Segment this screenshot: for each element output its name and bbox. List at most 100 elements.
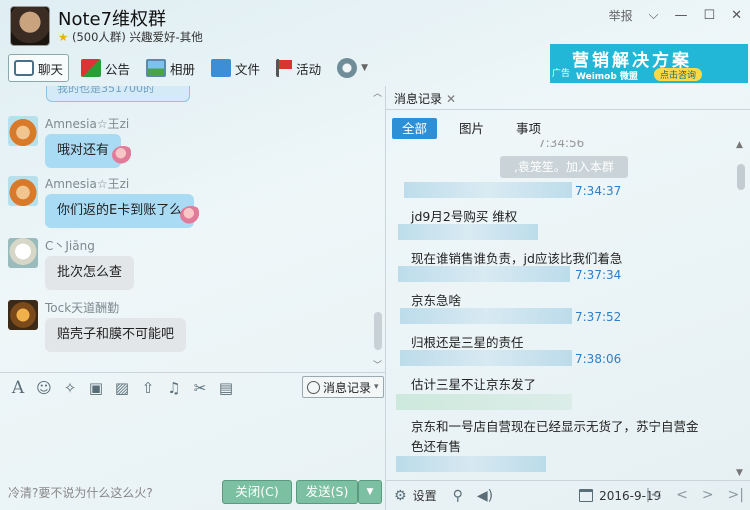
tab-notice[interactable]: 公告 xyxy=(77,54,134,82)
search-icon[interactable]: ⚲ xyxy=(453,488,463,504)
scroll-down-icon[interactable]: ﹀ xyxy=(373,358,382,371)
sender-name-blurred xyxy=(398,224,538,240)
close-button[interactable]: 关闭(C) xyxy=(222,480,292,504)
tab-chat-label: 聊天 xyxy=(38,61,64,77)
avatar[interactable] xyxy=(8,116,38,146)
calendar-icon[interactable] xyxy=(579,489,594,502)
group-toolbar: 聊天 公告 相册 文件 活动 ▼ xyxy=(0,52,545,84)
history-scroll-thumb[interactable] xyxy=(737,164,745,190)
magic-wand-icon[interactable]: ✧ xyxy=(62,379,78,397)
sender-nick[interactable]: C丶Jiāng xyxy=(45,237,95,254)
first-page-icon[interactable]: |< xyxy=(646,487,662,503)
history-message-list: 7:34:56 ,袁笼笙。加入本群 7:34:37 jd9月2号购买 维权 现在… xyxy=(386,140,750,480)
report-link[interactable]: 举报 xyxy=(609,7,633,24)
group-info: ★ (500人群) 兴趣爱好-其他 xyxy=(58,29,203,45)
font-icon[interactable]: A xyxy=(10,378,26,398)
history-timestamp: 7:34:56 xyxy=(538,140,585,150)
tab-album-label: 相册 xyxy=(170,61,196,77)
settings-menu-button[interactable]: ▼ xyxy=(333,54,372,82)
input-footer: 冷清?要不说为什么这么火? 关闭(C) 发送(S) ▼ xyxy=(0,474,386,510)
history-timestamp: 7:37:52 xyxy=(575,310,622,324)
avatar[interactable] xyxy=(8,176,38,206)
qq-group-chat-window: Note7维权群 ★ (500人群) 兴趣爱好-其他 举报 ⌵ — ☐ ✕ 聊天… xyxy=(0,0,750,510)
chat-scrollbar[interactable]: ︿ ﹀ xyxy=(373,86,383,372)
join-notice: ,袁笼笙。加入本群 xyxy=(500,156,628,178)
send-button[interactable]: 发送(S) xyxy=(296,480,358,504)
gear-icon[interactable]: ⚙ xyxy=(394,488,407,504)
gift-icon[interactable]: ▣ xyxy=(88,379,104,397)
close-icon[interactable]: ✕ xyxy=(446,92,456,106)
tab-message-history[interactable]: 消息记录 ✕ xyxy=(394,90,456,107)
image-icon[interactable]: ▨ xyxy=(114,379,130,397)
sender-nick[interactable]: Tock天道酬勤 xyxy=(45,299,119,316)
minimize-icon[interactable]: — xyxy=(674,8,687,23)
ad-consult-button[interactable]: 点击咨询 xyxy=(654,68,703,81)
tab-message-history-label: 消息记录 xyxy=(394,92,443,106)
sender-name-blurred xyxy=(400,308,572,324)
partial-message-bubble: 我的也是351700的 xyxy=(46,86,190,102)
history-message: 京东急啥 xyxy=(411,293,462,308)
scroll-down-icon[interactable]: ▼ xyxy=(736,468,743,478)
message-bubble: 你们返的E卡到账了么 xyxy=(45,194,195,228)
sender-name-blurred xyxy=(396,394,572,410)
more-tools-icon[interactable]: ▤ xyxy=(218,379,234,397)
close-icon[interactable]: ✕ xyxy=(731,8,742,23)
history-scrollbar[interactable]: ▲ ▼ xyxy=(736,140,746,480)
maximize-icon[interactable]: ☐ xyxy=(703,8,715,23)
sender-nick[interactable]: Amnesia☆王zi xyxy=(45,115,129,132)
last-page-icon[interactable]: >| xyxy=(728,487,744,503)
screenshot-icon[interactable]: ✂ xyxy=(192,379,208,397)
avatar[interactable] xyxy=(8,238,38,268)
sender-nick[interactable]: Amnesia☆王zi xyxy=(45,175,129,192)
flag-icon xyxy=(276,59,293,77)
next-page-icon[interactable]: > xyxy=(702,487,714,503)
ad-tag: 广告 xyxy=(552,69,571,79)
star-icon: ★ xyxy=(58,30,69,44)
history-message: 归根还是三星的责任 xyxy=(411,335,524,350)
chat-scroll-thumb[interactable] xyxy=(374,312,382,350)
settings-label[interactable]: 设置 xyxy=(413,487,437,504)
message-input[interactable] xyxy=(0,402,386,474)
window-controls: 举报 ⌵ — ☐ ✕ xyxy=(609,7,742,24)
ad-banner[interactable]: 营销解决方案 广告 Weimob 微盟 点击咨询 xyxy=(550,44,748,83)
speaker-icon[interactable]: ◀) xyxy=(477,488,493,504)
history-filters: 全部 图片 事项 xyxy=(386,118,750,140)
filter-images[interactable]: 图片 xyxy=(449,118,494,139)
skin-icon[interactable]: ⌵ xyxy=(649,8,659,23)
tab-files-label: 文件 xyxy=(235,61,261,77)
sender-name-blurred xyxy=(398,266,570,282)
message-bubble: 哦对还有 xyxy=(45,134,122,168)
history-message: 现在谁销售谁负责，jd应该比我们着急 xyxy=(411,251,623,266)
history-panel-header: 消息记录 ✕ xyxy=(386,86,750,110)
filter-items[interactable]: 事项 xyxy=(506,118,551,139)
tab-album[interactable]: 相册 xyxy=(142,54,199,82)
group-name[interactable]: Note7维权群 xyxy=(58,5,166,31)
bubble-sticker-icon xyxy=(180,206,202,224)
previous-page-icon[interactable]: < xyxy=(676,487,688,503)
avatar[interactable] xyxy=(8,300,38,330)
scroll-up-icon[interactable]: ▲ xyxy=(736,140,743,150)
chat-message-area: 我的也是351700的 Amnesia☆王zi 哦对还有 Amnesia☆王zi… xyxy=(0,86,386,372)
upload-icon[interactable]: ⇧ xyxy=(140,379,156,397)
tab-files[interactable]: 文件 xyxy=(207,54,264,82)
group-info-text: (500人群) 兴趣爱好-其他 xyxy=(71,30,203,44)
history-message: jd9月2号购买 维权 xyxy=(411,209,518,224)
music-icon[interactable]: ♫ xyxy=(166,379,182,397)
history-timestamp: 7:38:06 xyxy=(575,352,622,366)
send-options-button[interactable]: ▼ xyxy=(358,480,382,504)
message-history-button[interactable]: 消息记录 ▾ xyxy=(302,376,384,398)
history-timestamp: 7:37:34 xyxy=(575,268,622,282)
group-avatar[interactable] xyxy=(10,6,50,46)
sender-name-blurred xyxy=(400,350,572,366)
message-history-label: 消息记录 xyxy=(323,380,372,395)
scroll-up-icon[interactable]: ︿ xyxy=(373,86,382,99)
message-bubble: 赔壳子和膜不可能吧 xyxy=(45,318,187,352)
tab-activity[interactable]: 活动 xyxy=(272,54,325,82)
folder-icon xyxy=(211,59,232,77)
filter-all[interactable]: 全部 xyxy=(392,118,438,139)
history-message: 估计三星不让京东发了 xyxy=(411,377,537,392)
tab-chat[interactable]: 聊天 xyxy=(8,54,70,82)
emoji-icon[interactable]: ☺ xyxy=(36,379,52,397)
window-header: Note7维权群 ★ (500人群) 兴趣爱好-其他 举报 ⌵ — ☐ ✕ xyxy=(0,0,750,50)
history-footer: ⚙ 设置 ⚲ ◀) 2016-9-19 |< < > >| xyxy=(386,480,750,510)
